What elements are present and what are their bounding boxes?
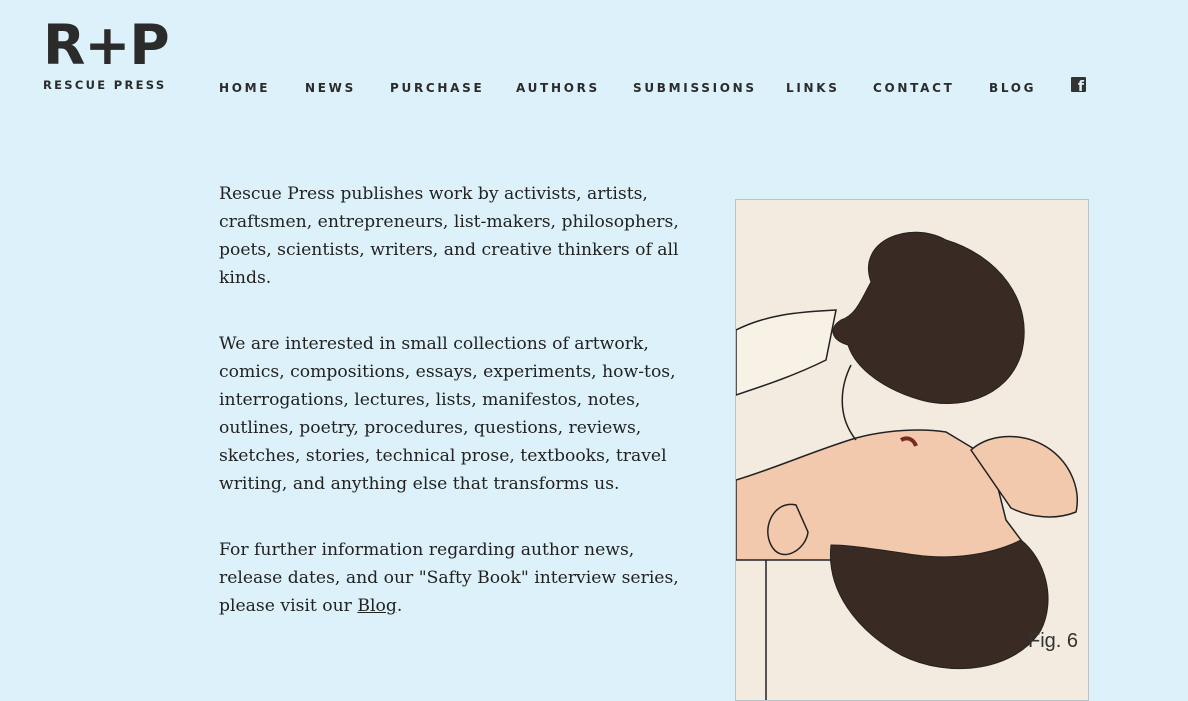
nav-home[interactable]: HOME — [219, 80, 270, 96]
nav-blog[interactable]: BLOG — [989, 80, 1036, 96]
intro-paragraph-1: Rescue Press publishes work by activists… — [219, 184, 679, 288]
nav-purchase[interactable]: PURCHASE — [390, 80, 484, 96]
paragraph-3-text: For further information regarding author… — [219, 540, 679, 616]
intro-paragraph-2: We are interested in small collections o… — [219, 334, 676, 494]
victim-hair — [829, 539, 1049, 670]
paragraph-3-end: . — [396, 596, 403, 616]
figure-label: Fig. 6 — [1028, 630, 1079, 652]
main-nav: HOME NEWS PURCHASE AUTHORS SUBMISSIONS L… — [0, 80, 1188, 100]
nav-submissions[interactable]: SUBMISSIONS — [633, 80, 757, 96]
rescuer-hair — [832, 231, 1025, 405]
blog-link[interactable]: Blog — [357, 596, 396, 616]
facebook-icon[interactable]: f — [1071, 77, 1086, 92]
intro-content: Rescue Press publishes work by activists… — [219, 180, 689, 658]
nav-links[interactable]: LINKS — [786, 80, 840, 96]
logo-mark: R+P — [43, 13, 170, 77]
illustration-svg — [736, 231, 1078, 700]
rescuer-chin-line — [841, 364, 857, 441]
nav-authors[interactable]: AUTHORS — [516, 80, 600, 96]
nav-contact[interactable]: CONTACT — [873, 80, 954, 96]
nav-news[interactable]: NEWS — [305, 80, 356, 96]
intro-paragraph-3: For further information regarding author… — [219, 536, 689, 620]
rescue-breathing-illustration: Fig. 6 — [735, 199, 1089, 701]
rescuer-shoulder — [736, 309, 837, 396]
